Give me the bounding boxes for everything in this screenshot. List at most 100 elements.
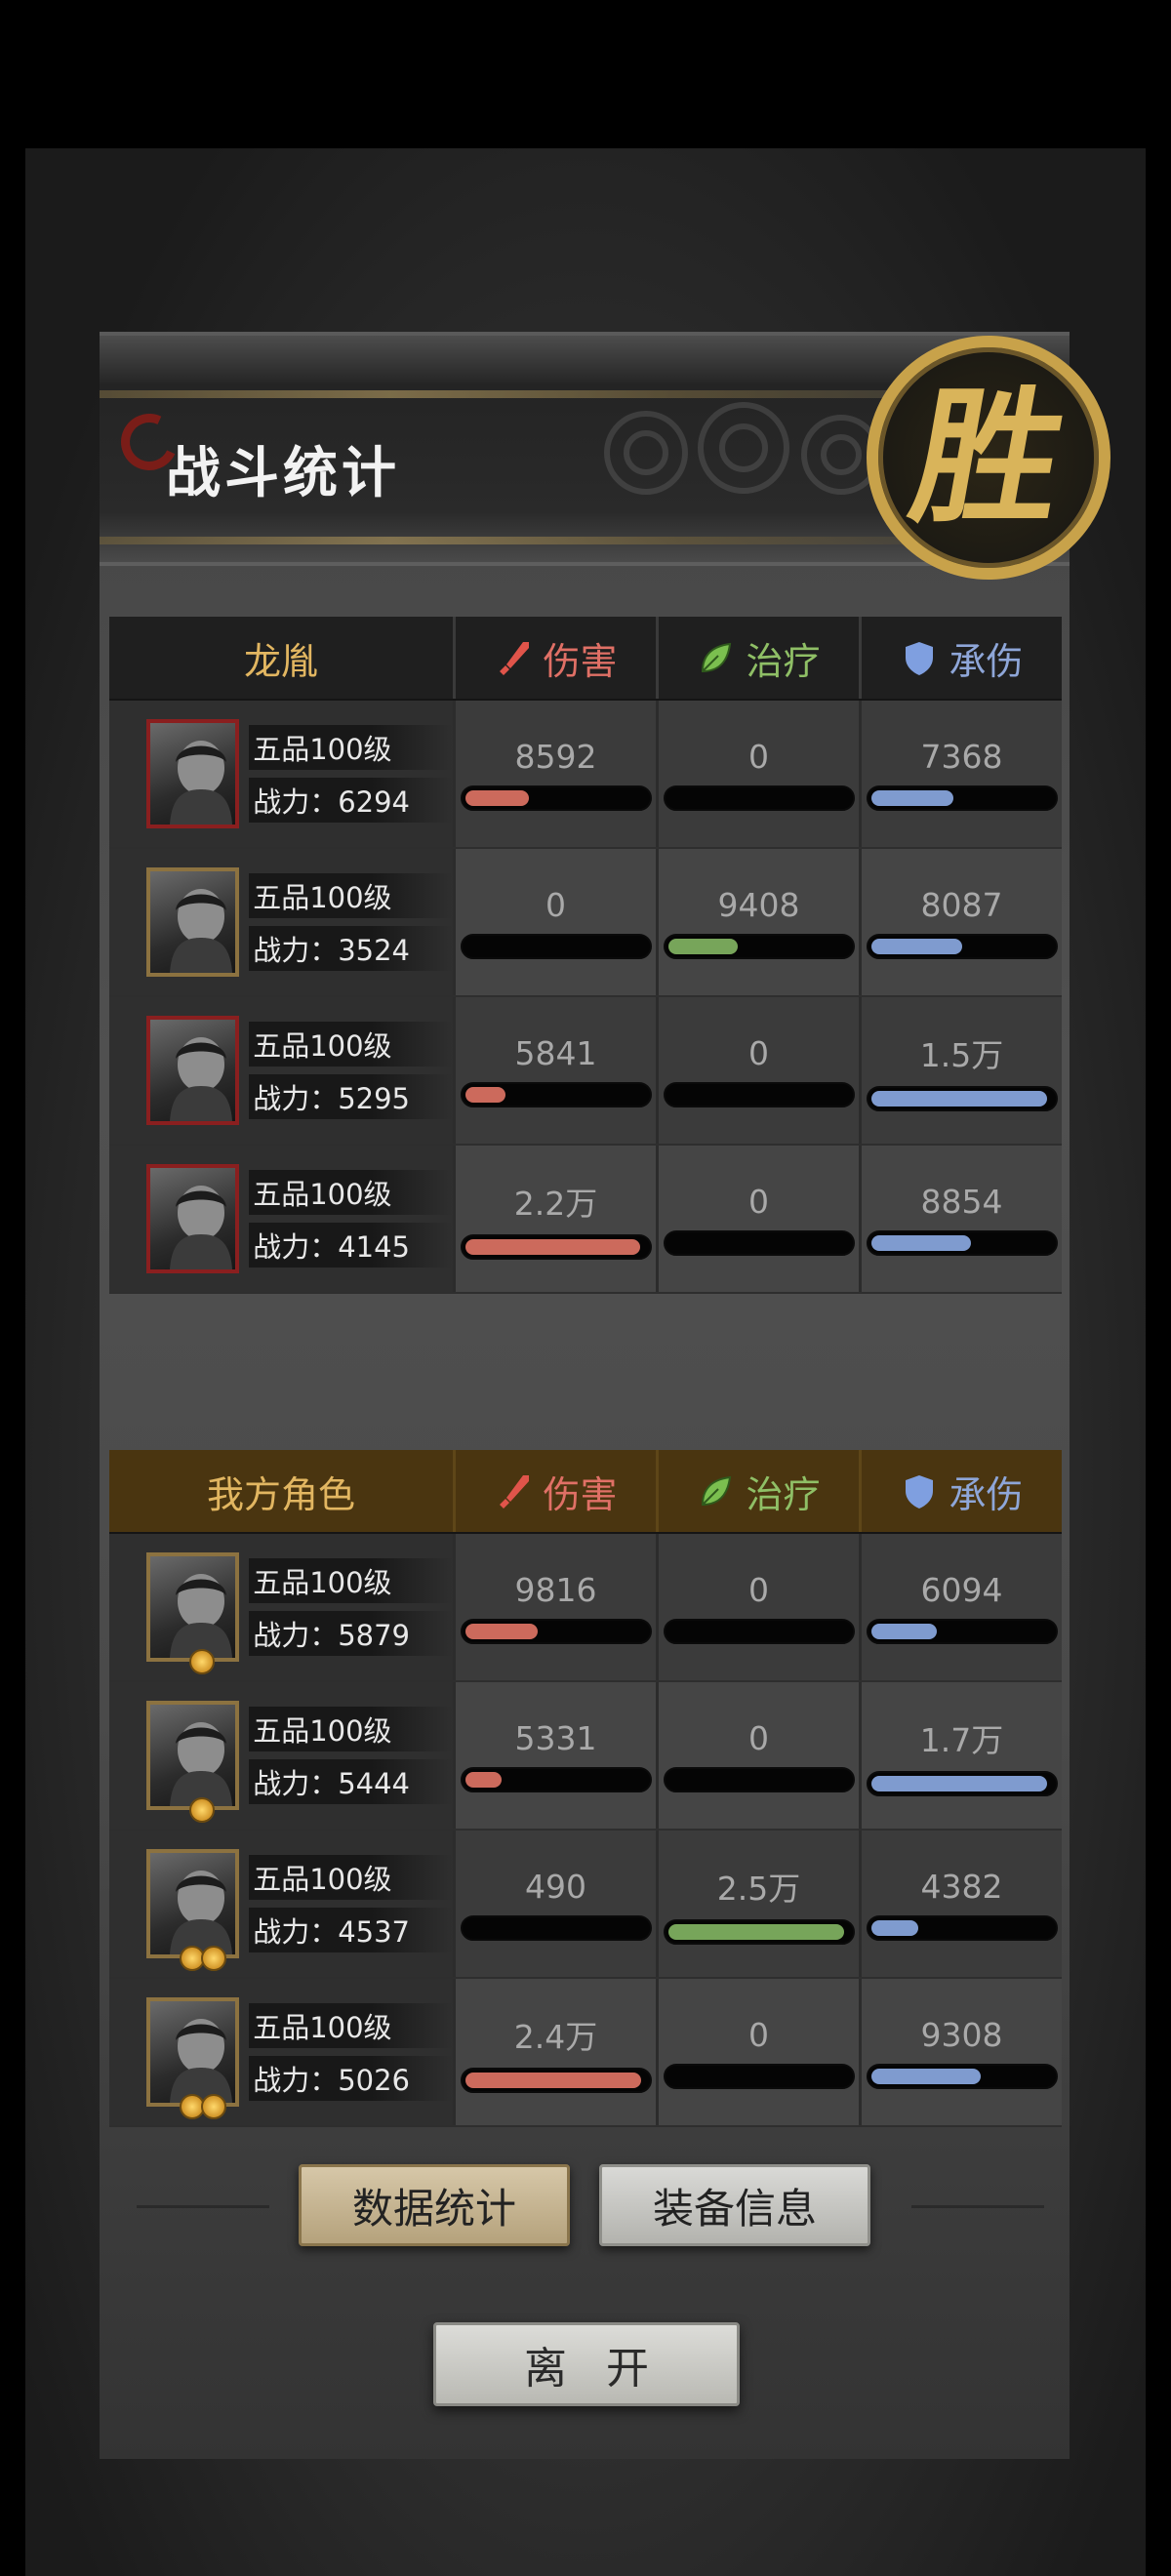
leave-button[interactable]: 离开 xyxy=(433,2322,740,2406)
hero-power: 战力：5026 xyxy=(249,2056,453,2101)
star-badge-icon xyxy=(201,1946,226,1971)
column-healing-label: 治疗 xyxy=(746,1472,821,1516)
victory-seal: 胜 xyxy=(867,336,1110,580)
stat-damage: 0 xyxy=(453,849,656,995)
page-title: 战斗统计 xyxy=(166,442,400,505)
stat-healing: 0 xyxy=(656,1682,859,1829)
stat-healing-bar-fill xyxy=(667,938,738,954)
stat-damage-bar xyxy=(460,785,652,811)
hero-portrait-image xyxy=(170,1186,232,1269)
stat-healing: 9408 xyxy=(656,849,859,995)
stat-damage-taken-value: 8854 xyxy=(920,1182,1003,1221)
enemy-row: 五品100级 战力：4145 2.2万 0 8854 xyxy=(109,1146,1062,1294)
stat-healing: 0 xyxy=(656,1534,859,1680)
stat-damage-value: 5331 xyxy=(514,1718,597,1757)
stat-healing-bar xyxy=(663,933,855,959)
divider xyxy=(137,2205,269,2208)
hero-portrait[interactable] xyxy=(146,867,240,977)
hero-portrait[interactable] xyxy=(146,1016,240,1125)
hero-rank: 五品100级 xyxy=(249,873,453,918)
hero-info: 五品100级 战力：3524 xyxy=(249,873,453,971)
hero-cell: 五品100级 战力：5879 xyxy=(109,1534,453,1680)
stat-healing: 2.5万 xyxy=(656,1831,859,1977)
hero-portrait[interactable] xyxy=(146,1164,240,1273)
star-badge-icon xyxy=(189,1797,215,1823)
stat-healing: 0 xyxy=(656,1979,859,2125)
stat-healing: 0 xyxy=(656,1146,859,1292)
stat-damage-bar-fill xyxy=(464,1086,505,1103)
hero-cell: 五品100级 战力：5295 xyxy=(109,997,453,1144)
enemy-rows: 五品100级 战力：6294 8592 0 7368 五品100级 战力：3524 0 9408… xyxy=(109,701,1062,1294)
sword-icon xyxy=(500,1475,530,1509)
stat-damage-bar xyxy=(460,2068,652,2093)
hero-power: 战力：3524 xyxy=(249,926,453,971)
ally-row: 五品100级 战力：4537 490 2.5万 4382 xyxy=(109,1831,1062,1979)
stat-damage-taken: 1.7万 xyxy=(859,1682,1062,1829)
stat-damage-taken: 1.5万 xyxy=(859,997,1062,1144)
stat-healing-value: 9408 xyxy=(717,885,800,924)
hero-portrait-image xyxy=(170,1574,232,1658)
stat-damage: 9816 xyxy=(453,1534,656,1680)
stat-damage-taken: 6094 xyxy=(859,1534,1062,1680)
hero-portrait-image xyxy=(170,889,232,973)
stat-healing-bar xyxy=(663,1919,855,1945)
enemy-row: 五品100级 战力：3524 0 9408 8087 xyxy=(109,849,1062,997)
stat-damage-taken-value: 1.7万 xyxy=(919,1721,1004,1759)
enemy-team-name: 龙胤 xyxy=(243,639,318,683)
tab-equipment-info[interactable]: 装备信息 xyxy=(599,2164,870,2246)
column-healing: 治疗 xyxy=(656,617,859,699)
hero-rank: 五品100级 xyxy=(249,1022,453,1067)
leaf-icon xyxy=(702,1475,732,1507)
hero-power: 战力：5295 xyxy=(249,1074,453,1119)
tab-data-stats[interactable]: 数据统计 xyxy=(299,2164,570,2246)
sword-icon xyxy=(500,642,530,675)
hero-portrait[interactable] xyxy=(146,1552,240,1662)
stat-healing-bar xyxy=(663,1766,855,1792)
hero-portrait[interactable] xyxy=(146,1997,240,2107)
column-damage: 伤害 xyxy=(453,1450,656,1532)
stat-healing-value: 0 xyxy=(748,1718,769,1757)
stat-damage-bar xyxy=(460,1766,652,1792)
hero-portrait-image xyxy=(170,741,232,825)
hero-portrait[interactable] xyxy=(146,719,240,828)
stat-healing: 0 xyxy=(656,997,859,1144)
shield-icon xyxy=(906,1475,934,1509)
hero-info: 五品100级 战力：4145 xyxy=(249,1170,453,1268)
stat-healing-bar xyxy=(663,2063,855,2089)
stat-damage-value: 5841 xyxy=(514,1033,597,1072)
hero-rank: 五品100级 xyxy=(249,2003,453,2048)
hero-info: 五品100级 战力：4537 xyxy=(249,1855,453,1952)
hero-portrait[interactable] xyxy=(146,1701,240,1810)
hero-power: 战力：4537 xyxy=(249,1908,453,1952)
ally-table-header: 我方角色 伤害 治疗 承伤 xyxy=(109,1450,1062,1534)
ally-rows: 五品100级 战力：5879 9816 0 6094 五品100级 战力：5444 5331 0… xyxy=(109,1534,1062,2127)
star-badge-icon xyxy=(189,1649,215,1674)
hero-rank: 五品100级 xyxy=(249,1170,453,1215)
divider xyxy=(911,2205,1044,2208)
stat-healing-value: 0 xyxy=(748,2015,769,2054)
ally-row: 五品100级 战力：5026 2.4万 0 9308 xyxy=(109,1979,1062,2127)
stat-healing-bar xyxy=(663,785,855,811)
enemy-team-table: 龙胤 伤害 治疗 承伤 五品100级 战力：6294 8592 0 7368 五品100级… xyxy=(109,617,1062,1294)
hero-info: 五品100级 战力：5444 xyxy=(249,1707,453,1804)
stat-damage-bar-fill xyxy=(464,1771,502,1788)
hero-portrait-image xyxy=(170,1871,232,1954)
hero-cell: 五品100级 战力：3524 xyxy=(109,849,453,995)
stat-damage-taken-bar xyxy=(866,1229,1058,1256)
ally-team-table: 我方角色 伤害 治疗 承伤 五品100级 战力：5879 9816 0 6094 五品10… xyxy=(109,1450,1062,2127)
stat-damage-taken-bar xyxy=(866,1618,1058,1644)
stat-damage-taken-bar xyxy=(866,933,1058,959)
stat-damage-bar-fill xyxy=(464,2073,641,2088)
stat-healing-value: 0 xyxy=(748,1570,769,1609)
hero-rank: 五品100级 xyxy=(249,1558,453,1603)
star-badge-icon xyxy=(201,2094,226,2119)
ally-row: 五品100级 战力：5879 9816 0 6094 xyxy=(109,1534,1062,1682)
hero-info: 五品100级 战力：5295 xyxy=(249,1022,453,1119)
stat-damage-taken-value: 7368 xyxy=(920,737,1003,776)
stat-damage-value: 2.4万 xyxy=(513,2018,598,2056)
stat-healing-bar xyxy=(663,1081,855,1107)
hero-portrait[interactable] xyxy=(146,1849,240,1958)
hero-rank: 五品100级 xyxy=(249,1707,453,1751)
stat-damage-bar xyxy=(460,1618,652,1644)
stat-damage-taken-bar-fill xyxy=(870,789,953,806)
